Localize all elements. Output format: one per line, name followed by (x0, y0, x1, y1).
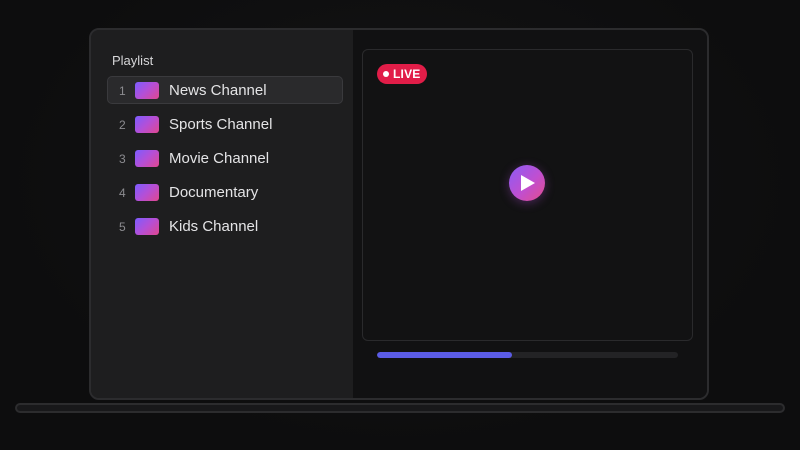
playlist-item-sports-channel[interactable]: 2 Sports Channel (107, 110, 343, 138)
playlist-item-label: Kids Channel (169, 218, 259, 235)
playlist-items: 1 News Channel 2 Sports Channel 3 Movie … (107, 76, 343, 246)
channel-thumbnail (135, 82, 159, 99)
video-viewport[interactable]: LIVE (362, 49, 693, 341)
laptop-base (15, 403, 785, 413)
channel-thumbnail (135, 218, 159, 235)
playlist-item-kids-channel[interactable]: 5 Kids Channel (107, 212, 343, 240)
playlist-item-news-channel[interactable]: 1 News Channel (107, 76, 343, 104)
scene: Playlist 1 News Channel 2 Sports Channel… (0, 0, 800, 450)
playlist-item-number: 3 (119, 152, 126, 166)
progress-fill (377, 352, 513, 358)
playlist-item-number: 4 (119, 186, 126, 200)
live-dot-icon (383, 71, 389, 77)
playlist-item-documentary[interactable]: 4 Documentary (107, 178, 343, 206)
laptop-screen: Playlist 1 News Channel 2 Sports Channel… (89, 28, 709, 400)
playlist-sidebar: Playlist 1 News Channel 2 Sports Channel… (91, 30, 353, 398)
player-area: LIVE (353, 30, 707, 398)
playlist-item-label: Sports Channel (169, 116, 273, 133)
playlist-item-number: 2 (119, 118, 126, 132)
play-button[interactable] (509, 165, 545, 201)
app-window: Playlist 1 News Channel 2 Sports Channel… (91, 30, 707, 398)
playlist-item-movie-channel[interactable]: 3 Movie Channel (107, 144, 343, 172)
playlist-item-number: 1 (119, 84, 126, 98)
playlist-title: Playlist (112, 53, 154, 68)
live-label: LIVE (393, 67, 421, 81)
channel-thumbnail (135, 116, 159, 133)
playlist-item-label: Documentary (169, 184, 259, 201)
play-icon (521, 175, 535, 191)
channel-thumbnail (135, 184, 159, 201)
playlist-item-label: News Channel (169, 82, 267, 99)
progress-bar[interactable] (377, 352, 678, 358)
channel-thumbnail (135, 150, 159, 167)
playlist-item-number: 5 (119, 220, 126, 234)
live-badge: LIVE (377, 64, 428, 84)
playlist-item-label: Movie Channel (169, 150, 270, 167)
